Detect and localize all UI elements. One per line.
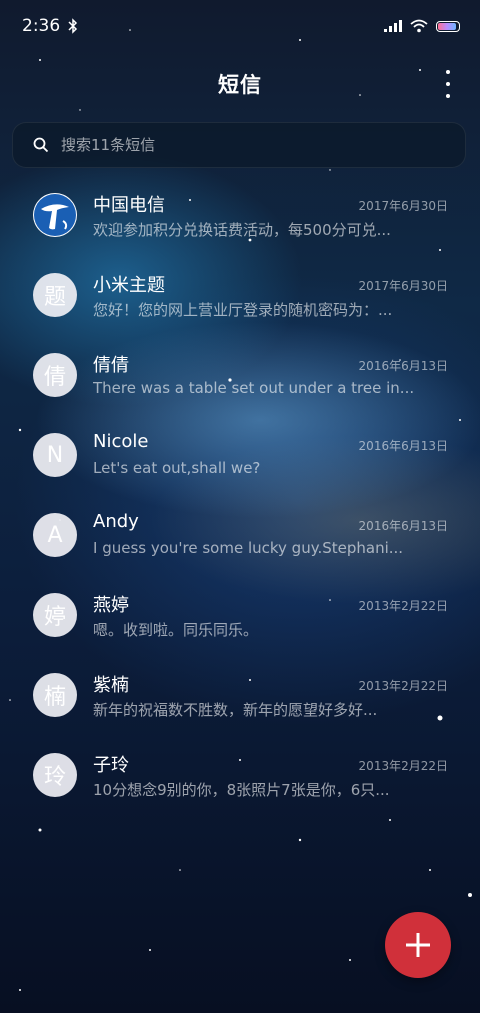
message-preview: 您好！您的网上营业厅登录的随机密码为：... [93,301,393,319]
avatar: A [33,513,77,557]
message-date: 2016年6月13日 [358,359,448,373]
message-date: 2013年2月22日 [358,679,448,693]
message-preview: There was a table set out under a tree i… [93,379,413,397]
contact-name: 中国电信 [93,195,165,216]
list-item[interactable]: 玲 子玲 2013年2月22日 10分想念9别的你，8张照片7张是你，6只... [0,735,480,815]
contact-name: Andy [93,511,139,532]
contact-name: 倩倩 [93,355,129,376]
battery-icon [436,20,460,32]
list-item[interactable]: 婷 燕婷 2013年2月22日 嗯。收到啦。同乐同乐。 [0,575,480,655]
page-title: 短信 [218,73,262,97]
contact-name: 子玲 [93,755,129,776]
signal-icon [384,20,402,32]
message-list: 中国电信 2017年6月30日 欢迎参加积分兑换话费活动，每500分可兑... … [0,175,480,815]
message-preview: I guess you're some lucky guy.Stephani..… [93,539,404,557]
message-date: 2017年6月30日 [358,279,448,293]
contact-name: 燕婷 [93,595,129,616]
search-icon [33,137,49,153]
search-input[interactable] [59,135,443,155]
list-item[interactable]: 题 小米主题 2017年6月30日 您好！您的网上营业厅登录的随机密码为：... [0,255,480,335]
avatar: 楠 [33,673,77,717]
battery-level [438,22,456,30]
status-time: 2:36 [22,16,61,36]
list-item[interactable]: 倩 倩倩 2016年6月13日 There was a table set ou… [0,335,480,415]
list-item[interactable]: 中国电信 2017年6月30日 欢迎参加积分兑换话费活动，每500分可兑... [0,175,480,255]
message-date: 2017年6月30日 [358,199,448,213]
list-item[interactable]: A Andy 2016年6月13日 I guess you're some lu… [0,495,480,575]
wifi-icon [410,19,428,33]
search-box[interactable] [12,122,466,168]
message-preview: 欢迎参加积分兑换话费活动，每500分可兑... [93,221,391,239]
message-preview: Let's eat out,shall we? [93,459,261,477]
avatar: 玲 [33,753,77,797]
list-item[interactable]: 楠 紫楠 2013年2月22日 新年的祝福数不胜数，新年的愿望好多好... [0,655,480,735]
bluetooth-icon [68,18,78,34]
message-date: 2013年2月22日 [358,599,448,613]
message-preview: 新年的祝福数不胜数，新年的愿望好多好... [93,701,378,719]
china-telecom-logo-icon [33,193,77,237]
avatar: 题 [33,273,77,317]
list-item[interactable]: N Nicole 2016年6月13日 Let's eat out,shall … [0,415,480,495]
message-date: 2016年6月13日 [358,519,448,533]
more-vert-icon[interactable] [442,70,454,98]
message-date: 2013年2月22日 [358,759,448,773]
compose-button[interactable] [385,912,451,978]
contact-name: 紫楠 [93,675,129,696]
plus-icon [406,933,430,957]
contact-name: Nicole [93,431,149,452]
message-preview: 10分想念9别的你，8张照片7张是你，6只... [93,781,390,799]
message-date: 2016年6月13日 [358,439,448,453]
avatar: N [33,433,77,477]
status-bar: 2:36 [0,0,480,52]
avatar: 婷 [33,593,77,637]
app-header: 短信 [0,52,480,116]
message-preview: 嗯。收到啦。同乐同乐。 [93,621,259,639]
contact-name: 小米主题 [93,275,165,296]
avatar: 倩 [33,353,77,397]
